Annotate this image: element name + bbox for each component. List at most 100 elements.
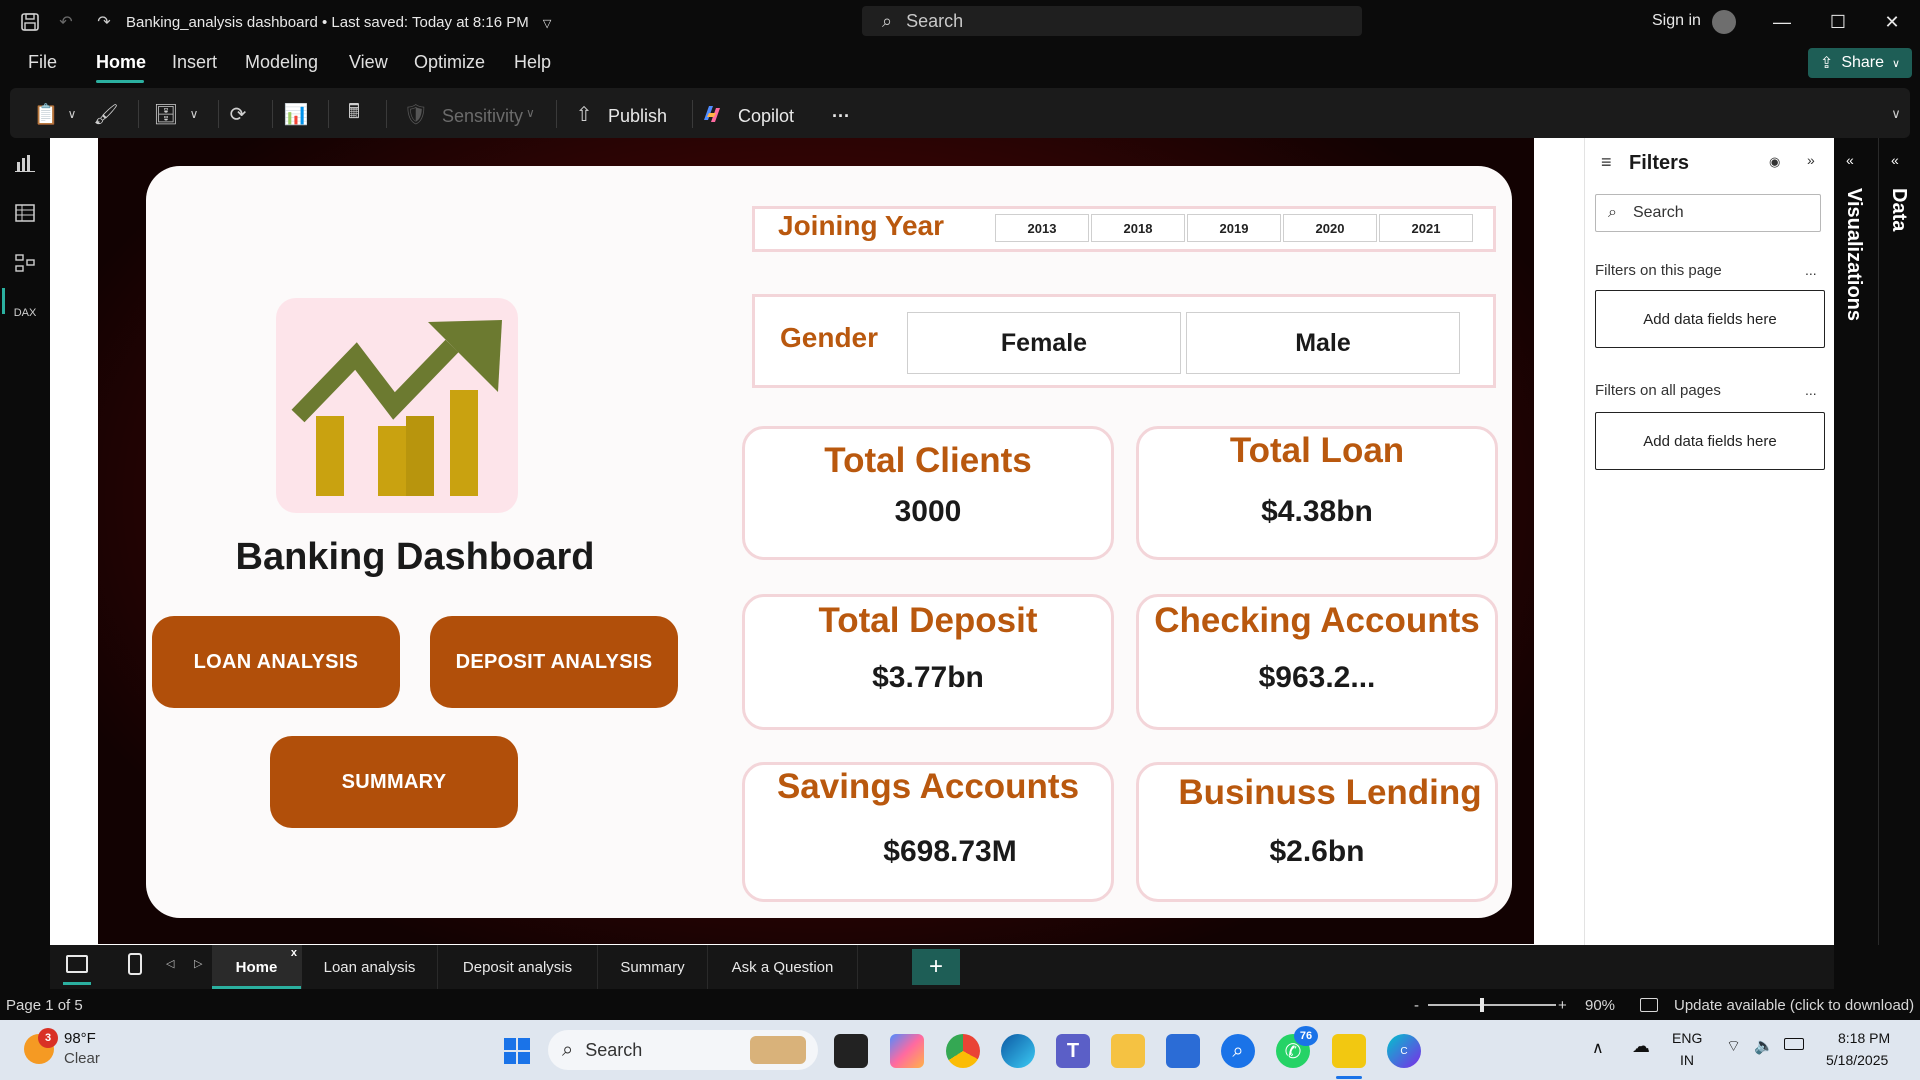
more-options-icon[interactable]: ... — [1805, 262, 1817, 278]
clock-time[interactable]: 8:18 PM — [1838, 1030, 1890, 1046]
visualizations-pane-collapsed[interactable]: « Visualizations — [1834, 138, 1876, 945]
menu-file[interactable]: File — [28, 52, 57, 73]
clock-date[interactable]: 5/18/2025 — [1826, 1052, 1888, 1068]
menu-insert[interactable]: Insert — [172, 52, 217, 73]
power-bi-icon[interactable] — [1332, 1034, 1366, 1068]
teams-icon[interactable]: T — [1056, 1034, 1090, 1068]
weather-condition[interactable]: Clear — [64, 1050, 100, 1067]
zoom-in-button[interactable]: + — [1558, 997, 1567, 1014]
onedrive-icon[interactable]: ☁ — [1632, 1036, 1650, 1057]
refresh-icon[interactable]: ⟳ — [224, 102, 252, 126]
maximize-icon[interactable]: ☐ — [1818, 8, 1858, 36]
year-option[interactable]: 2013 — [995, 214, 1089, 242]
chevron-down-icon[interactable]: ∨ — [180, 102, 208, 126]
year-option[interactable]: 2019 — [1187, 214, 1281, 242]
zoom-out-button[interactable]: - — [1414, 997, 1419, 1014]
file-explorer-icon[interactable] — [1111, 1034, 1145, 1068]
update-available-link[interactable]: Update available (click to download) — [1674, 997, 1914, 1014]
volume-icon[interactable]: 🔈 — [1754, 1036, 1774, 1056]
menu-modeling[interactable]: Modeling — [245, 52, 318, 73]
calculator-icon[interactable]: 🖩 — [340, 101, 368, 126]
chevron-down-icon[interactable]: ∨ — [58, 102, 86, 126]
save-icon[interactable] — [18, 10, 42, 34]
close-tab-icon[interactable]: x — [291, 947, 297, 959]
all-pages-filter-drop-zone[interactable]: Add data fields here — [1595, 412, 1825, 470]
collapse-filters-icon[interactable]: » — [1807, 152, 1815, 168]
dax-query-view-icon[interactable]: DAX — [12, 300, 38, 326]
language-top[interactable]: ENG — [1672, 1030, 1702, 1046]
language-bottom[interactable]: IN — [1680, 1052, 1694, 1068]
sign-in-link[interactable]: Sign in — [1652, 12, 1701, 30]
canva-icon[interactable]: C — [1387, 1034, 1421, 1068]
tab-deposit-analysis[interactable]: Deposit analysis — [438, 945, 598, 989]
format-painter-icon[interactable]: 🖌 — [92, 102, 120, 126]
gender-option-male[interactable]: Male — [1186, 312, 1460, 374]
menu-optimize[interactable]: Optimize — [414, 52, 485, 73]
global-search[interactable]: ⌕ Search — [862, 6, 1362, 36]
zoom-level[interactable]: 90% — [1585, 997, 1615, 1014]
zoom-slider[interactable] — [1428, 1004, 1556, 1006]
deposit-analysis-button[interactable]: DEPOSIT ANALYSIS — [430, 616, 678, 708]
menu-home[interactable]: Home — [96, 52, 146, 73]
edge-icon[interactable] — [1001, 1034, 1035, 1068]
year-option[interactable]: 2021 — [1379, 214, 1473, 242]
visualizations-label[interactable]: Visualizations — [1842, 188, 1865, 321]
paste-icon[interactable]: 📋 — [32, 102, 60, 126]
publish-button[interactable]: Publish — [608, 106, 667, 127]
gender-option-female[interactable]: Female — [907, 312, 1181, 374]
expand-visualizations-icon[interactable]: « — [1846, 152, 1854, 168]
minimize-icon[interactable]: — — [1762, 8, 1802, 36]
weather-temp[interactable]: 98°F — [64, 1030, 96, 1047]
more-options-icon[interactable]: ··· — [832, 106, 850, 127]
quick-assist-icon[interactable]: ⌕ — [1221, 1034, 1255, 1068]
publish-icon[interactable]: ⇧ — [570, 102, 598, 126]
next-page-icon[interactable]: ▷ — [194, 957, 202, 970]
page-filter-drop-zone[interactable]: Add data fields here — [1595, 290, 1825, 348]
close-icon[interactable]: ✕ — [1872, 8, 1912, 36]
menu-view[interactable]: View — [349, 52, 388, 73]
copilot-app-icon[interactable] — [890, 1034, 924, 1068]
get-data-icon[interactable]: 🗄 — [152, 102, 180, 126]
zoom-slider-thumb[interactable] — [1480, 998, 1484, 1012]
more-options-icon[interactable]: ... — [1805, 382, 1817, 398]
report-view-icon[interactable] — [12, 150, 38, 176]
mobile-layout-icon[interactable] — [128, 953, 142, 975]
account-avatar-icon[interactable] — [1712, 10, 1736, 34]
filters-search-input[interactable]: ⌕ Search — [1595, 194, 1821, 232]
eye-icon[interactable]: ◉ — [1769, 154, 1780, 170]
model-view-icon[interactable] — [12, 250, 38, 276]
desktop-layout-icon[interactable] — [66, 955, 88, 973]
menu-help[interactable]: Help — [514, 52, 551, 73]
tab-ask-a-question[interactable]: Ask a Question — [708, 945, 858, 989]
collapse-ribbon-icon[interactable]: ∨ — [1882, 102, 1910, 126]
add-page-button[interactable]: + — [912, 949, 960, 985]
document-title[interactable]: Banking_analysis dashboard • Last saved:… — [126, 14, 551, 31]
fit-to-page-icon[interactable] — [1640, 998, 1658, 1012]
new-visual-icon[interactable]: 📊 — [282, 102, 310, 126]
taskbar-search[interactable]: ⌕ Search — [548, 1030, 818, 1070]
tab-summary[interactable]: Summary — [598, 945, 708, 989]
prev-page-icon[interactable]: ◁ — [166, 957, 174, 970]
year-option[interactable]: 2018 — [1091, 214, 1185, 242]
data-label[interactable]: Data — [1887, 188, 1910, 231]
chrome-icon[interactable] — [946, 1034, 980, 1068]
chevron-up-icon[interactable]: ∧ — [1592, 1038, 1604, 1058]
redo-icon[interactable]: ↷ — [92, 10, 116, 34]
wifi-icon[interactable]: ⌔ — [1726, 1036, 1741, 1056]
loan-analysis-button[interactable]: LOAN ANALYSIS — [152, 616, 400, 708]
tab-loan-analysis[interactable]: Loan analysis — [302, 945, 438, 989]
task-view-icon[interactable] — [834, 1034, 868, 1068]
year-option[interactable]: 2020 — [1283, 214, 1377, 242]
windows-start-icon[interactable] — [500, 1034, 534, 1068]
chevron-down-icon[interactable]: ▽ — [543, 18, 551, 30]
copilot-button[interactable]: Copilot — [738, 106, 794, 127]
battery-icon[interactable] — [1784, 1038, 1804, 1050]
data-pane-collapsed[interactable]: « Data — [1878, 138, 1920, 945]
share-button[interactable]: ⇪ Share ∨ — [1808, 48, 1912, 78]
expand-data-icon[interactable]: « — [1891, 152, 1899, 168]
summary-button[interactable]: SUMMARY — [270, 736, 518, 828]
copilot-icon[interactable] — [698, 102, 726, 126]
tab-home[interactable]: Home x — [212, 945, 302, 989]
table-view-icon[interactable] — [12, 200, 38, 226]
microsoft-store-icon[interactable] — [1166, 1034, 1200, 1068]
